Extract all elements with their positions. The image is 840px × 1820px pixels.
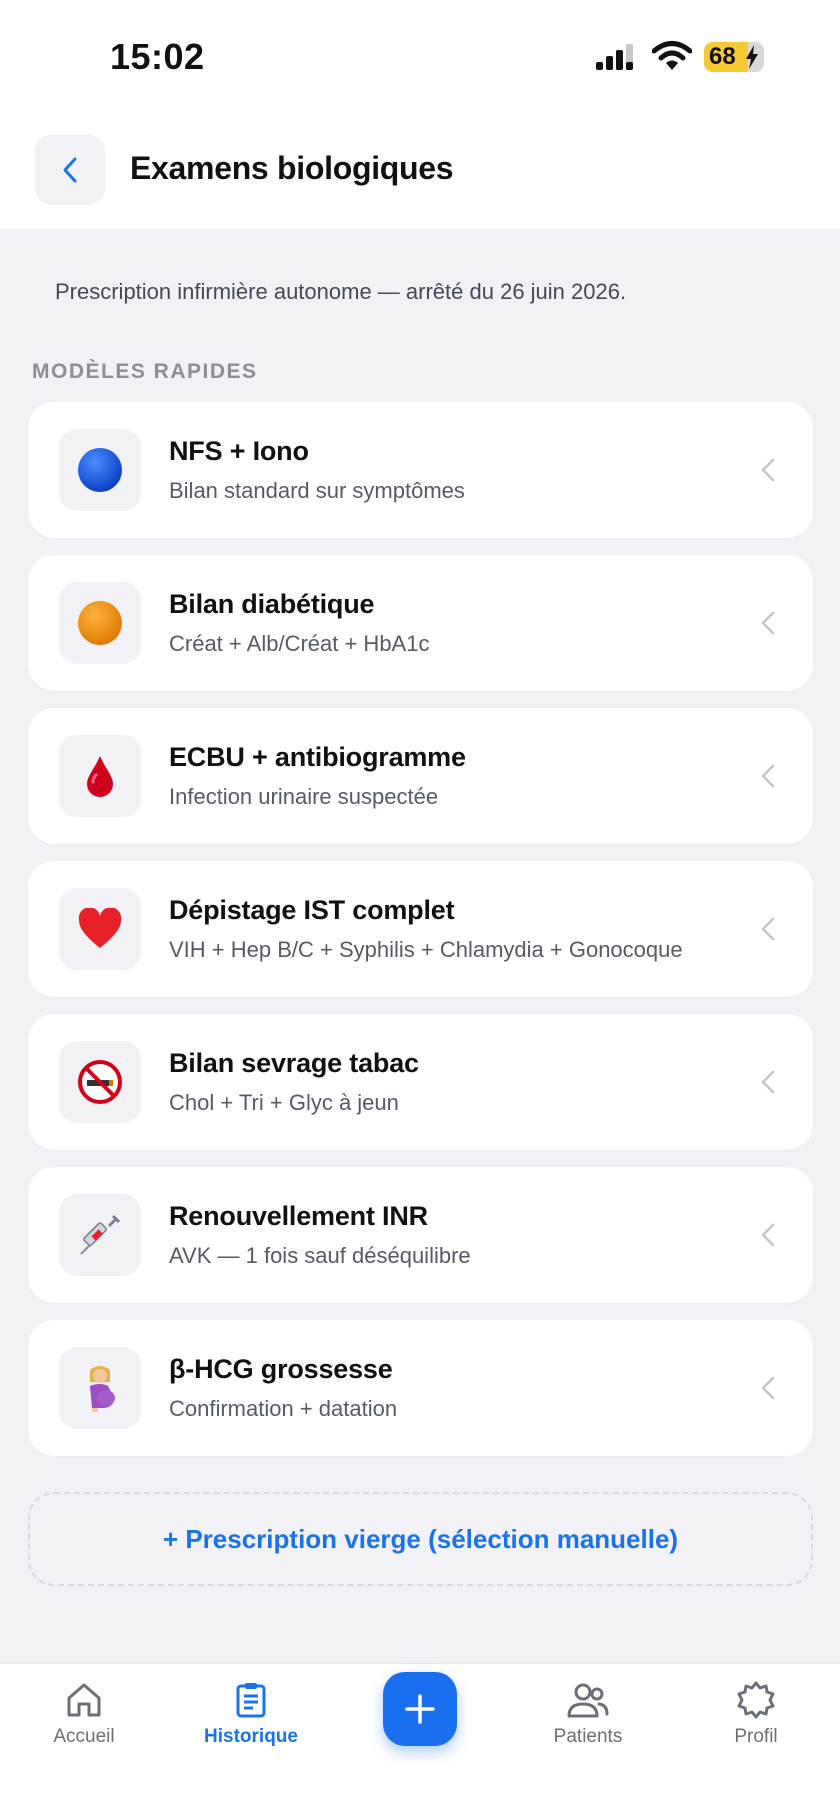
no-smoking-icon bbox=[78, 1060, 122, 1104]
card-icon-box bbox=[59, 1041, 141, 1123]
tab-label: Profil bbox=[734, 1726, 778, 1747]
card-icon-box bbox=[59, 735, 141, 817]
card-subtitle: Chol + Tri + Glyc à jeun bbox=[169, 1090, 399, 1115]
tab-label: Accueil bbox=[53, 1726, 115, 1747]
section-label-quick-templates: MODÈLES RAPIDES bbox=[32, 360, 258, 383]
chevron-left-icon bbox=[761, 764, 775, 788]
template-card-depistage-ist[interactable]: Dépistage IST complet VIH + Hep B/C + Sy… bbox=[28, 861, 813, 997]
template-card-bilan-diabetique[interactable]: Bilan diabétique Créat + Alb/Créat + HbA… bbox=[28, 555, 813, 691]
card-icon-box bbox=[59, 888, 141, 970]
tab-profil[interactable]: Profil bbox=[686, 1680, 826, 1770]
chevron-left-icon bbox=[761, 458, 775, 482]
card-title: β-HCG grossesse bbox=[169, 1354, 393, 1384]
card-title: Renouvellement INR bbox=[169, 1201, 428, 1231]
template-card-ecbu[interactable]: ECBU + antibiogramme Infection urinaire … bbox=[28, 708, 813, 844]
add-button[interactable] bbox=[383, 1672, 457, 1746]
template-card-sevrage-tabac[interactable]: Bilan sevrage tabac Chol + Tri + Glyc à … bbox=[28, 1014, 813, 1150]
card-title: ECBU + antibiogramme bbox=[169, 742, 466, 772]
chevron-left-icon bbox=[761, 611, 775, 635]
status-time: 15:02 bbox=[110, 36, 205, 77]
charging-bolt-icon bbox=[746, 45, 758, 69]
cellular-signal-icon bbox=[596, 44, 633, 70]
syringe-icon bbox=[80, 1214, 121, 1255]
users-icon bbox=[567, 1683, 609, 1718]
card-subtitle: Bilan standard sur symptômes bbox=[169, 478, 465, 503]
heart-icon bbox=[78, 908, 122, 948]
tab-label: Patients bbox=[553, 1726, 623, 1747]
home-icon bbox=[67, 1683, 101, 1717]
status-bar: 15:02 68 bbox=[0, 0, 840, 110]
back-button[interactable] bbox=[35, 135, 105, 205]
template-card-renouvellement-inr[interactable]: Renouvellement INR AVK — 1 fois sauf dés… bbox=[28, 1167, 813, 1303]
card-title: Dépistage IST complet bbox=[169, 895, 455, 925]
battery-level: 68 bbox=[709, 43, 736, 70]
top-bar: 15:02 68 Examens biologiques bbox=[0, 0, 840, 229]
card-subtitle: Créat + Alb/Créat + HbA1c bbox=[169, 631, 430, 656]
card-icon-box bbox=[59, 429, 141, 511]
card-icon-box bbox=[59, 582, 141, 664]
tab-accueil[interactable]: Accueil bbox=[14, 1680, 154, 1770]
blank-prescription-button[interactable]: + Prescription vierge (sélection manuell… bbox=[28, 1492, 813, 1586]
quick-templates-list: NFS + Iono Bilan standard sur symptômes … bbox=[28, 402, 813, 1473]
card-title: Bilan sevrage tabac bbox=[169, 1048, 419, 1078]
chevron-left-icon bbox=[761, 917, 775, 941]
plus-icon bbox=[405, 1694, 435, 1724]
tab-label: Historique bbox=[204, 1726, 298, 1747]
page-title: Examens biologiques bbox=[130, 150, 454, 186]
blue-circle-icon bbox=[78, 448, 122, 492]
orange-circle-icon bbox=[78, 601, 122, 645]
card-icon-box bbox=[59, 1194, 141, 1276]
blood-drop-icon bbox=[87, 756, 113, 797]
gear-icon bbox=[737, 1681, 775, 1719]
chevron-left-icon bbox=[63, 157, 77, 183]
card-subtitle: Infection urinaire suspectée bbox=[169, 784, 439, 809]
chevron-left-icon bbox=[761, 1223, 775, 1247]
card-title: Bilan diabétique bbox=[169, 589, 375, 619]
battery-indicator: 68 bbox=[704, 42, 764, 72]
template-card-bhcg-grossesse[interactable]: β-HCG grossesse Confirmation + datation bbox=[28, 1320, 813, 1456]
clipboard-icon bbox=[236, 1683, 266, 1718]
chevron-left-icon bbox=[761, 1376, 775, 1400]
card-icon-box bbox=[59, 1347, 141, 1429]
template-card-nfs-iono[interactable]: NFS + Iono Bilan standard sur symptômes bbox=[28, 402, 813, 538]
wifi-icon bbox=[652, 41, 692, 70]
tab-historique[interactable]: Historique bbox=[181, 1680, 321, 1770]
tab-patients[interactable]: Patients bbox=[518, 1680, 658, 1770]
pregnant-woman-icon bbox=[90, 1366, 115, 1412]
bottom-tab-bar: Accueil Historique Patients Profil bbox=[0, 1663, 840, 1820]
card-subtitle: Confirmation + datation bbox=[169, 1396, 398, 1421]
chevron-left-icon bbox=[761, 1070, 775, 1094]
card-subtitle: AVK — 1 fois sauf déséquilibre bbox=[169, 1243, 471, 1268]
card-title: NFS + Iono bbox=[169, 436, 309, 466]
card-subtitle: VIH + Hep B/C + Syphilis + Chlamydia + G… bbox=[169, 937, 683, 962]
page-subtitle: Prescription infirmière autonome — arrêt… bbox=[55, 279, 627, 304]
